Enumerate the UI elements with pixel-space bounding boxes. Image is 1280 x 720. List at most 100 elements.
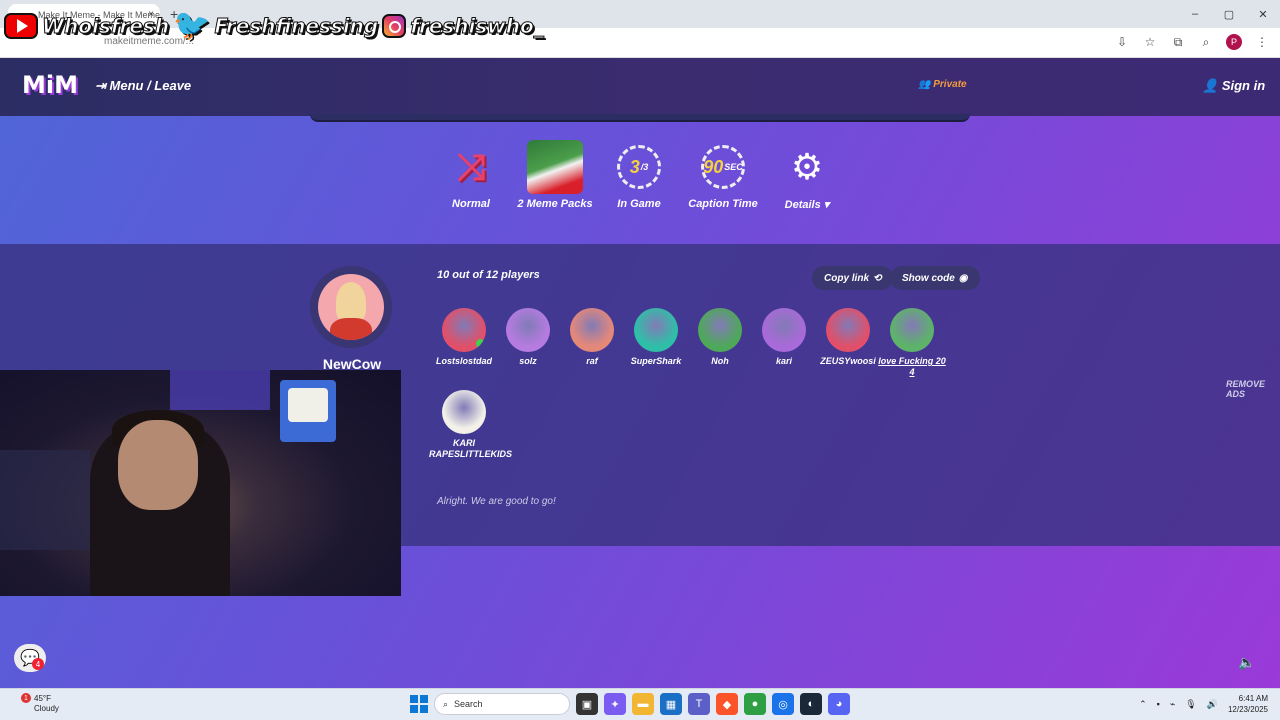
private-icon: 👥 — [918, 79, 934, 90]
app-icon[interactable]: ● — [744, 693, 766, 715]
sign-in-button[interactable]: 👤 Sign in — [1202, 78, 1265, 94]
player-tile[interactable]: Lostslostdad — [429, 308, 499, 367]
profile-avatar[interactable]: P — [1226, 34, 1242, 50]
close-window-button[interactable]: ✕ — [1246, 0, 1280, 28]
network-icon[interactable]: ⌁ — [1170, 699, 1175, 710]
mim-logo[interactable]: MiM — [22, 71, 78, 99]
caption-time-setting[interactable]: 90 SEC Caption Time — [678, 140, 768, 210]
volume-icon[interactable]: 🔊 — [1207, 699, 1218, 710]
search-placeholder: Search — [454, 699, 483, 709]
extensions-icon[interactable]: ⧉ — [1170, 35, 1186, 50]
user-icon: 👤 — [1202, 78, 1222, 93]
instagram-handle: freshiswho_ — [382, 13, 544, 38]
install-app-icon[interactable]: ⇩ — [1114, 35, 1130, 49]
caption-seconds: 90 — [703, 156, 724, 177]
maximize-button[interactable]: ▢ — [1212, 0, 1246, 28]
tray-app-icon[interactable]: ▪ — [1157, 699, 1160, 709]
header-notch — [310, 114, 970, 122]
rounds-total: /3 — [640, 162, 649, 172]
minimize-button[interactable]: – — [1178, 0, 1212, 28]
caption-time-label: Caption Time — [688, 198, 758, 210]
app-header: MiM ⇥ Menu / Leave 👥 Private 👤 Sign in — [0, 58, 1280, 116]
remove-ads-link[interactable]: REMOVE ADS — [1226, 379, 1280, 399]
instagram-handle-text: freshiswho_ — [410, 13, 544, 38]
taskbar-search[interactable]: ⌕ Search — [434, 693, 570, 715]
meme-packs-setting[interactable]: 2 Meme Packs — [510, 140, 600, 210]
player-avatar — [442, 308, 486, 352]
player-avatar — [634, 308, 678, 352]
microphone-icon[interactable]: 🎙 — [1185, 699, 1196, 710]
player-tile[interactable]: Noh — [685, 308, 755, 367]
host-avatar[interactable] — [310, 266, 392, 348]
streamer-webcam — [0, 370, 401, 596]
chevron-up-icon[interactable]: ⌃ — [1139, 699, 1147, 710]
weather-widget[interactable]: 45°F Cloudy — [20, 694, 59, 714]
player-name: Lostslostdad — [435, 356, 492, 366]
player-tile[interactable]: SuperShark — [621, 308, 691, 367]
file-explorer-icon[interactable]: ▬ — [632, 693, 654, 715]
chevron-down-icon: ▾ — [823, 199, 830, 211]
stream-social-overlay: Whoisfresh 🐦 Freshfinessing freshiswho_ — [4, 8, 544, 44]
mode-setting[interactable]: ⤨ Normal — [426, 140, 516, 211]
clock-time: 6:41 AM — [1238, 694, 1268, 703]
store-icon[interactable]: ▦ — [660, 693, 682, 715]
chat-unread-badge: 4 — [32, 658, 44, 670]
copilot-icon[interactable]: ✦ — [604, 693, 626, 715]
player-tile[interactable]: ZEUSYwoosi — [813, 308, 883, 367]
show-code-label: Show code — [902, 272, 955, 284]
meme-packs-label: 2 Meme Packs — [517, 198, 593, 210]
meme-pack-thumbnail — [527, 140, 583, 194]
browser-menu-icon[interactable]: ⋮ — [1254, 35, 1270, 49]
chrome-icon[interactable]: ◎ — [772, 693, 794, 715]
instagram-icon — [382, 13, 407, 38]
menu-leave-button[interactable]: ⇥ Menu / Leave — [95, 78, 191, 94]
weather-condition: Cloudy — [34, 704, 59, 713]
player-name: KARI RAPESLITTLEKIDS — [429, 438, 513, 459]
player-tile[interactable]: raf — [557, 308, 627, 367]
taskbar-apps: ⌕ Search ▣ ✦ ▬ ▦ T ◆ ● ◎ ◐ ◕ — [410, 693, 850, 715]
private-label: Private — [933, 79, 967, 90]
player-avatar — [698, 308, 742, 352]
lobby-status: Alright. We are good to go! — [437, 496, 556, 507]
rounds-dial-icon: 3/3 — [617, 145, 661, 189]
eye-icon: ◉ — [958, 272, 968, 284]
twitter-handle-text: Freshfinessing — [214, 13, 379, 38]
shuffle-icon: ⤨ — [456, 145, 486, 187]
online-status-dot — [476, 339, 485, 348]
steam-icon[interactable]: ◐ — [800, 693, 822, 715]
bookmark-star-icon[interactable]: ☆ — [1142, 35, 1158, 49]
windows-start-icon[interactable] — [410, 695, 428, 713]
tab-search-icon[interactable]: ⌕ — [1198, 35, 1214, 50]
show-code-button[interactable]: Show code ◉ — [890, 266, 980, 290]
teams-icon[interactable]: T — [688, 693, 710, 715]
player-name: kari — [775, 356, 792, 366]
player-name: SuperShark — [630, 356, 682, 366]
rounds-value: 3 — [629, 156, 640, 177]
menu-leave-label: Menu / Leave — [109, 78, 192, 93]
brave-icon[interactable]: ◆ — [716, 693, 738, 715]
player-tile[interactable]: solz — [493, 308, 563, 367]
mute-speaker-icon[interactable]: 🔈 — [1238, 654, 1255, 671]
private-room-badge: 👥 Private — [918, 79, 967, 90]
mode-label: Normal — [452, 198, 490, 210]
player-tile[interactable]: KARI RAPESLITTLEKIDS — [429, 390, 513, 460]
youtube-handle-text: Whoisfresh — [41, 13, 170, 38]
task-view-icon[interactable]: ▣ — [576, 693, 598, 715]
player-name: raf — [586, 356, 598, 366]
player-avatar — [570, 308, 614, 352]
discord-icon[interactable]: ◕ — [828, 693, 850, 715]
taskbar-clock[interactable]: 6:41 AM 12/23/2025 — [1228, 693, 1268, 715]
copy-link-button[interactable]: Copy link ⟲ — [812, 266, 894, 290]
details-setting[interactable]: ⚙ Details ▾ — [762, 140, 852, 211]
player-tile[interactable]: love Fucking 20 4 — [877, 308, 947, 378]
player-avatar — [506, 308, 550, 352]
rounds-label: In Game — [617, 198, 661, 210]
youtube-handle: Whoisfresh — [4, 12, 170, 39]
rounds-setting[interactable]: 3/3 In Game — [594, 140, 684, 210]
player-tile[interactable]: kari — [749, 308, 819, 367]
player-avatar — [442, 390, 486, 434]
youtube-icon — [4, 12, 38, 39]
player-avatar — [762, 308, 806, 352]
windows-taskbar: 1 45°F Cloudy ⌕ Search ▣ ✦ ▬ ▦ T ◆ ● ◎ ◐ … — [0, 688, 1280, 720]
weather-temperature: 45°F — [34, 694, 51, 703]
